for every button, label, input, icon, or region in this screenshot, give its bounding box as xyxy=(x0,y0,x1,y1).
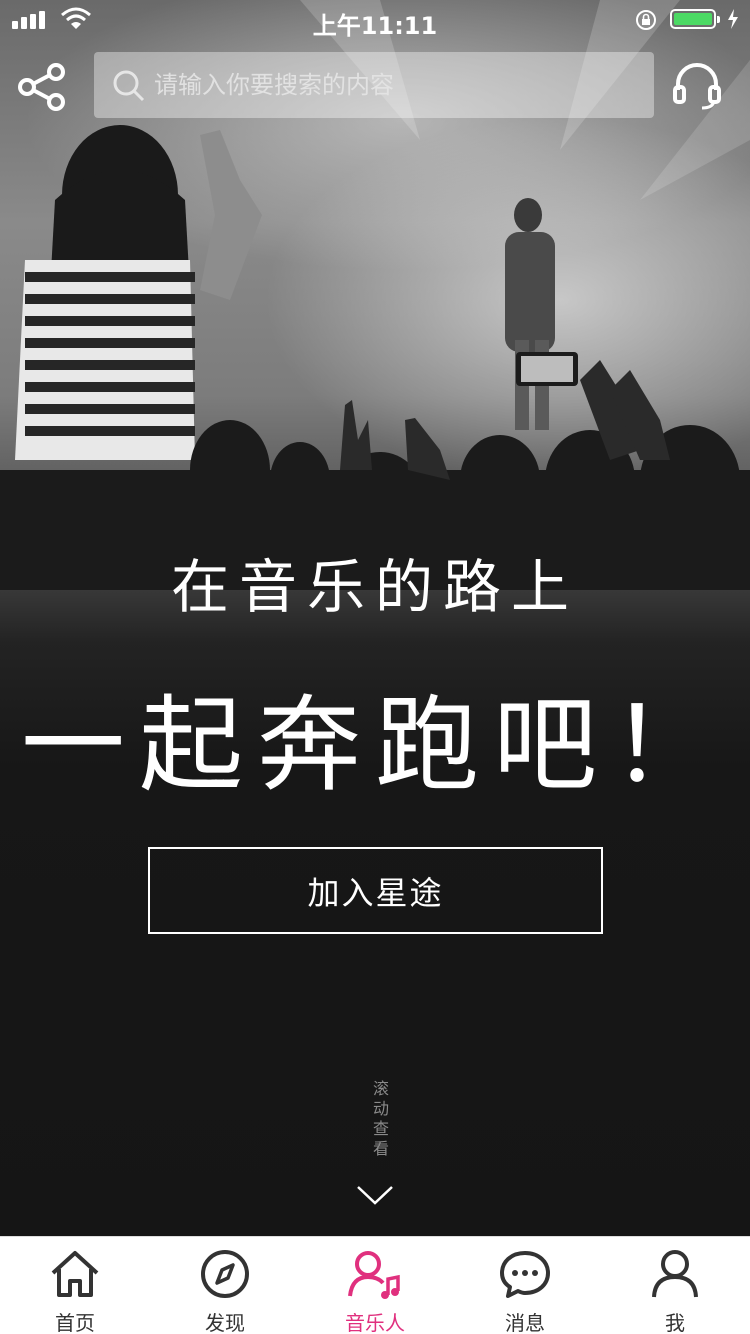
search-bar[interactable] xyxy=(94,52,654,118)
orientation-lock-icon xyxy=(636,10,656,30)
tab-discover[interactable]: 发现 xyxy=(150,1237,300,1334)
tab-musician[interactable]: 音乐人 xyxy=(300,1237,450,1334)
compass-icon xyxy=(201,1250,249,1298)
join-button[interactable]: 加入星途 xyxy=(148,847,603,934)
tab-home-label: 首页 xyxy=(55,1311,95,1334)
tab-messages-label: 消息 xyxy=(505,1311,545,1334)
headset-icon[interactable] xyxy=(672,60,722,110)
profile-icon xyxy=(652,1250,698,1298)
scroll-hint: 滚动查看 xyxy=(370,1080,389,1160)
search-icon xyxy=(113,70,145,102)
message-icon xyxy=(500,1251,550,1298)
hero-slogan-line1: 在音乐的路上 xyxy=(170,553,579,621)
tab-profile-label: 我 xyxy=(665,1311,685,1334)
tab-profile[interactable]: 我 xyxy=(600,1237,750,1334)
search-input[interactable] xyxy=(154,52,634,118)
screen: 上午11:11 在音乐的路上 一起奔跑吧！ 加入星途 滚动查看 xyxy=(0,0,750,1334)
tab-musician-label: 音乐人 xyxy=(345,1311,405,1334)
hero-slogan-line2: 一起奔跑吧！ xyxy=(20,684,729,806)
tab-home[interactable]: 首页 xyxy=(0,1237,150,1334)
chevron-down-icon[interactable] xyxy=(356,1184,394,1206)
musician-icon xyxy=(348,1251,400,1299)
home-icon xyxy=(51,1251,99,1297)
tab-discover-label: 发现 xyxy=(205,1311,245,1334)
charging-bolt-icon xyxy=(728,9,738,29)
battery-icon xyxy=(670,9,720,29)
tab-messages[interactable]: 消息 xyxy=(450,1237,600,1334)
share-icon[interactable] xyxy=(18,62,68,112)
status-bar: 上午11:11 xyxy=(0,0,750,40)
tab-bar: 首页 发现 音乐人 消息 我 xyxy=(0,1236,750,1334)
